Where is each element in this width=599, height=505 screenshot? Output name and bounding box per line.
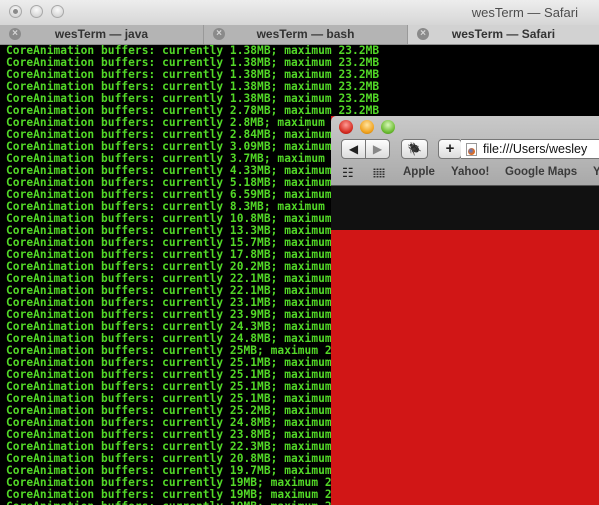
- address-bar[interactable]: file:///Users/wesley: [461, 139, 599, 159]
- bookmarks-book-icon[interactable]: ☷: [342, 165, 354, 181]
- close-tab-icon[interactable]: ×: [417, 28, 429, 40]
- top-sites-grid-icon[interactable]: [373, 168, 385, 178]
- tab-bash[interactable]: × wesTerm — bash: [204, 25, 408, 44]
- back-button[interactable]: ◀: [341, 139, 366, 159]
- bug-icon: 🪲: [407, 142, 422, 156]
- tab-java[interactable]: × wesTerm — java: [0, 25, 204, 44]
- zoom-button[interactable]: [381, 120, 395, 134]
- close-button[interactable]: [339, 120, 353, 134]
- tab-safari[interactable]: × wesTerm — Safari: [408, 25, 599, 44]
- file-favicon-icon: [466, 143, 477, 156]
- minimize-button[interactable]: [360, 120, 374, 134]
- url-text: file:///Users/wesley: [483, 142, 588, 156]
- bookmark-google-maps[interactable]: Google Maps: [505, 166, 577, 178]
- tab-label: wesTerm — java: [54, 27, 149, 41]
- tab-label: wesTerm — Safari: [451, 27, 556, 41]
- bookmark-apple[interactable]: Apple: [403, 166, 435, 178]
- back-arrow-icon: ◀: [348, 142, 359, 156]
- close-tab-icon[interactable]: ×: [9, 28, 21, 40]
- bookmark-yahoo[interactable]: Yahoo!: [451, 166, 489, 178]
- safari-window: ◀ ▶ 🪲 + file:///Users/wesley ☷ Apple Yah…: [331, 116, 599, 505]
- plus-icon: +: [445, 140, 455, 157]
- page-header-area: [331, 186, 599, 230]
- forward-button[interactable]: ▶: [365, 139, 390, 159]
- forward-arrow-icon: ▶: [372, 142, 383, 156]
- tab-bar: × wesTerm — java × wesTerm — bash × wesT…: [0, 25, 599, 45]
- bug-report-button[interactable]: 🪲: [401, 139, 428, 159]
- close-tab-icon[interactable]: ×: [213, 28, 225, 40]
- safari-toolbar: ◀ ▶ 🪲 + file:///Users/wesley ☷ Apple Yah…: [331, 116, 599, 186]
- tab-label: wesTerm — bash: [256, 27, 355, 41]
- terminal-titlebar[interactable]: wesTerm — Safari: [0, 0, 599, 26]
- window-title: wesTerm — Safari: [471, 5, 578, 20]
- bookmark-overflow[interactable]: Y: [593, 166, 599, 178]
- add-bookmark-button[interactable]: +: [438, 139, 462, 159]
